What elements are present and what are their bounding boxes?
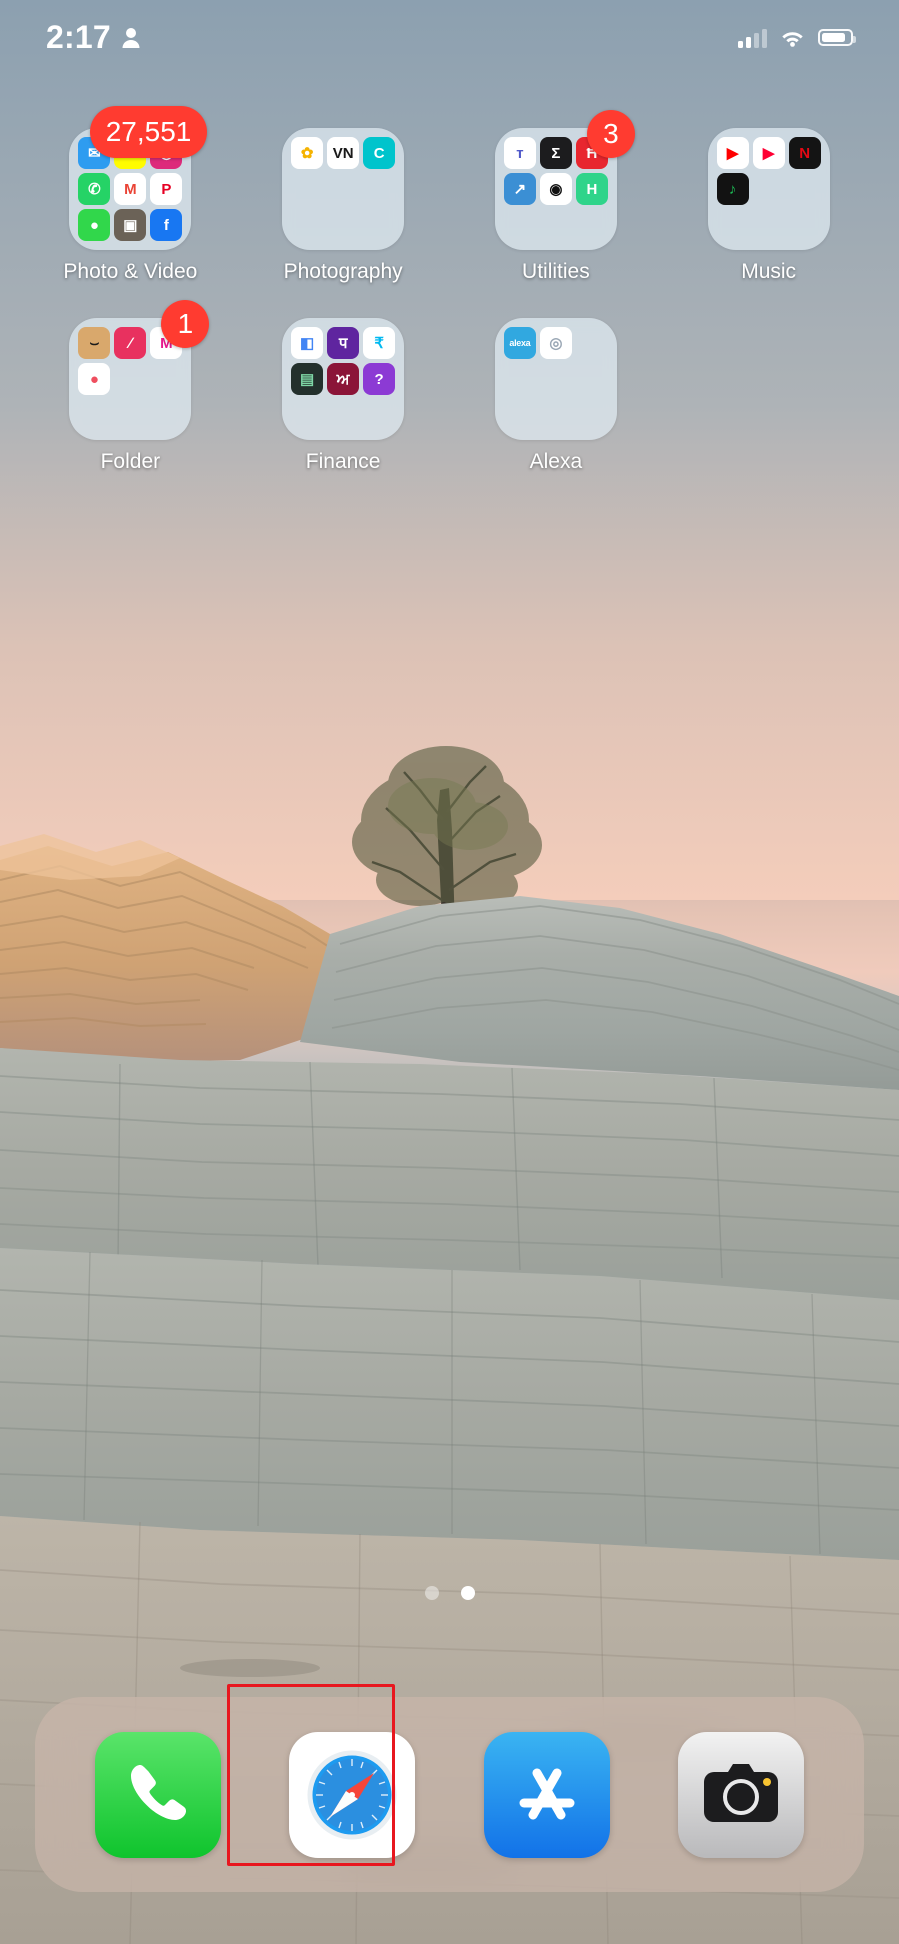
mini-app-icon: H — [575, 173, 608, 205]
mini-app-icon: P — [150, 173, 183, 205]
status-bar: 2:17 — [0, 0, 899, 75]
mini-app-icon: ? — [363, 363, 396, 395]
status-bar-left: 2:17 — [46, 19, 141, 56]
folder-photography[interactable]: ✿ VN C — [282, 128, 405, 250]
folder-label: Music — [741, 260, 797, 283]
folder-cell: ▶ ▶ N ♪ Music — [662, 128, 875, 284]
mini-app-icon: ◧ — [291, 327, 324, 359]
folder-utilities[interactable]: ᴛ Σ Ħ ↗ ◉ H 3 — [494, 110, 635, 250]
mini-app-icon: alexa — [503, 327, 536, 359]
dock-app-app-store[interactable] — [483, 1731, 610, 1858]
mini-app-icon: ▣ — [114, 209, 147, 241]
notification-badge: 1 — [161, 300, 210, 348]
folder-folder[interactable]: ⌣ ∕ M ● 1 — [69, 300, 210, 440]
dock-app-phone[interactable] — [95, 1731, 222, 1858]
folder-photo-video[interactable]: ✉◔◎✆MP●▣f27,551 — [69, 106, 208, 250]
clock: 2:17 — [46, 19, 111, 55]
mini-app-icon: ✆ — [78, 173, 111, 205]
person-icon — [122, 27, 140, 48]
mini-app-icon: Σ — [539, 137, 572, 169]
app-grid: ✉◔◎✆MP●▣f27,551Photo & Video✿VNCPhotogra… — [0, 106, 899, 474]
folder-cell: ✉◔◎✆MP●▣f27,551Photo & Video — [24, 106, 237, 284]
mini-app-icon: ₹ — [363, 327, 396, 359]
app-store-icon — [519, 1768, 575, 1819]
home-screen: 2:17 ✉◔◎✆MP●▣f27,551Photo & Video✿VNCPho… — [0, 0, 899, 1944]
folder-label: Photo & Video — [63, 260, 198, 283]
folder-finance[interactable]: ◧ प ₹ ▤ ਅ? — [282, 318, 405, 440]
notification-badge: 27,551 — [89, 106, 208, 158]
page-dot[interactable] — [424, 1586, 439, 1600]
folder-label: Alexa — [529, 450, 583, 473]
notification-badge: 3 — [586, 110, 635, 158]
dock — [35, 1684, 864, 1892]
mini-app-icon: ਅ — [327, 363, 360, 395]
status-bar-right — [738, 28, 856, 48]
compass-icon — [307, 1750, 397, 1839]
folder-label: Photography — [283, 260, 403, 283]
dock-app-camera[interactable] — [677, 1731, 804, 1858]
mini-app-icon: ▤ — [291, 363, 324, 395]
dock-app-safari[interactable] — [289, 1731, 416, 1858]
phone-icon — [131, 1764, 187, 1820]
folder-cell: ⌣ ∕ M ● 1 Folder — [24, 300, 237, 474]
battery-icon — [818, 29, 856, 46]
mini-app-icon: ↗ — [503, 173, 536, 205]
mini-app-icon: ▶ — [752, 137, 785, 169]
folder-alexa[interactable]: alexa ◎ — [494, 318, 617, 440]
mini-app-icon: ᴛ — [503, 137, 536, 169]
folder-music[interactable]: ▶ ▶ N ♪ — [707, 128, 830, 250]
folder-cell: ᴛ Σ Ħ ↗ ◉ H 3 Utilities — [450, 110, 663, 284]
folder-label: Folder — [100, 450, 161, 473]
wifi-icon — [782, 32, 803, 47]
camera-icon — [703, 1763, 778, 1822]
folder-label: Utilities — [522, 260, 590, 283]
mini-app-icon: N — [788, 137, 821, 169]
folder-cell: alexa ◎ Alexa — [450, 318, 663, 474]
folder-cell: ◧ प ₹ ▤ ਅ? Finance — [237, 318, 450, 474]
folder-label: Finance — [305, 450, 381, 473]
page-dot[interactable] — [460, 1586, 475, 1600]
mini-app-icon: ▶ — [716, 137, 749, 169]
page-indicator[interactable] — [0, 1586, 899, 1600]
mini-app-icon: ● — [78, 209, 111, 241]
mini-app-icon: ⌣ — [78, 327, 111, 359]
mini-app-icon: ● — [78, 363, 111, 395]
mini-app-icon: C — [363, 137, 396, 169]
mini-app-icon: ✿ — [291, 137, 324, 169]
mini-app-icon: ♪ — [716, 173, 749, 205]
mini-app-icon: f — [150, 209, 183, 241]
signal-bars-icon — [738, 28, 767, 48]
mini-app-icon: ◎ — [539, 327, 572, 359]
mini-app-icon: ∕ — [114, 327, 147, 359]
folder-cell: ✿ VN C Photography — [237, 128, 450, 284]
mini-app-icon: ◉ — [539, 173, 572, 205]
mini-app-icon: VN — [327, 137, 360, 169]
mini-app-icon: M — [114, 173, 147, 205]
mini-app-icon: प — [327, 327, 360, 359]
